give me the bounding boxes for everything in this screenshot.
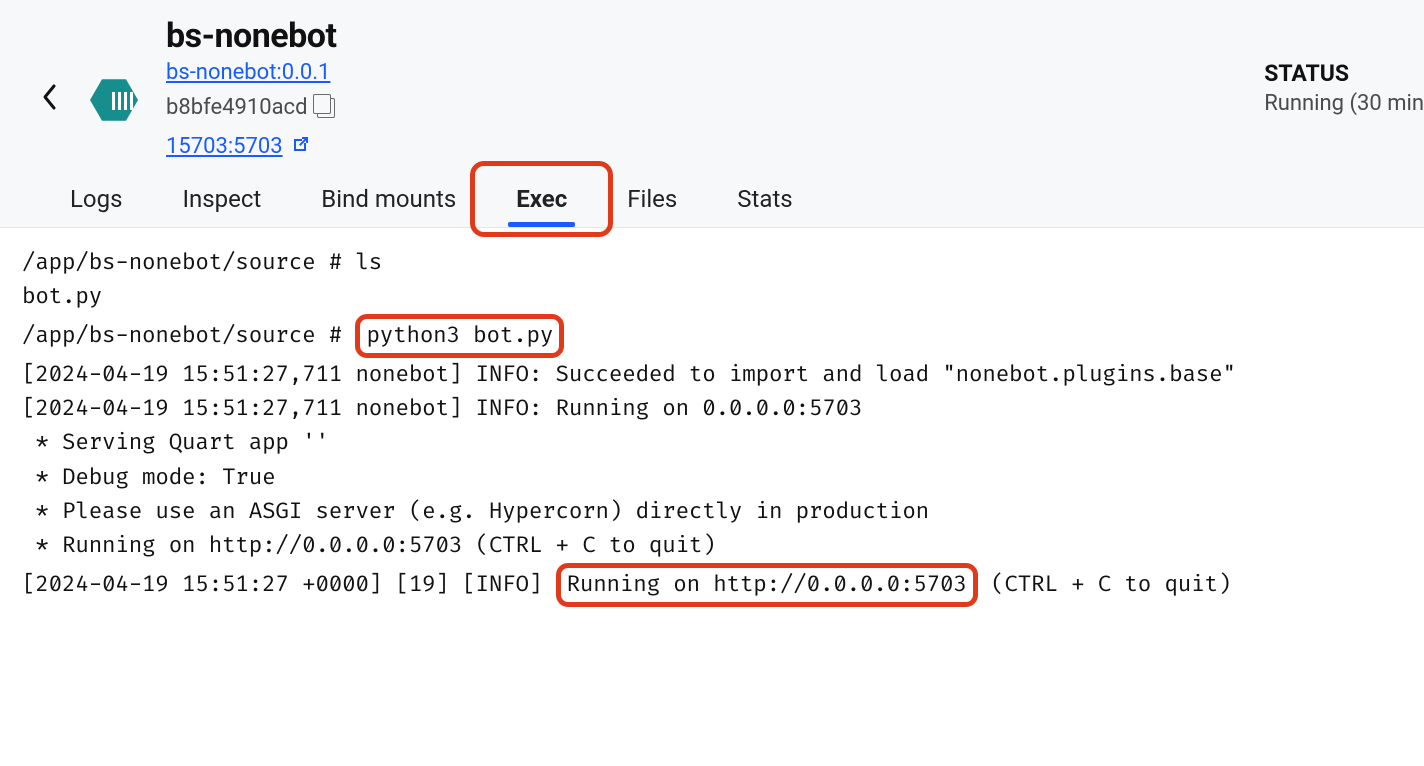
container-title: bs-nonebot: [166, 16, 336, 56]
tab-files[interactable]: Files: [597, 171, 707, 227]
prompt: /app/bs-nonebot/source #: [22, 249, 355, 276]
port-link[interactable]: 15703:5703: [166, 134, 283, 159]
port-row: 15703:5703: [166, 134, 336, 159]
back-button[interactable]: [40, 82, 60, 119]
external-link-icon[interactable]: [291, 135, 309, 159]
tab-stats[interactable]: Stats: [707, 171, 822, 227]
container-header: bs-nonebot bs-nonebot:0.0.1 b8bfe4910acd…: [0, 0, 1424, 228]
header-inner: bs-nonebot bs-nonebot:0.0.1 b8bfe4910acd…: [0, 16, 1424, 171]
chevron-left-icon: [40, 82, 60, 112]
image-link[interactable]: bs-nonebot:0.0.1: [166, 60, 336, 85]
log-prefix: [2024-04-19 15:51:27 +0000] [19] [INFO]: [22, 571, 556, 598]
term-line-3: [2024-04-19 15:51:27,711 nonebot] INFO: …: [22, 361, 1236, 388]
tab-exec[interactable]: Exec: [486, 171, 597, 227]
term-line-1: bot.py: [22, 283, 102, 310]
term-line-9: [2024-04-19 15:51:27 +0000] [19] [INFO] …: [22, 571, 1231, 598]
term-line-8: * Running on http://0.0.0.0:5703 (CTRL +…: [22, 532, 716, 559]
term-line-7: * Please use an ASGI server (e.g. Hyperc…: [22, 498, 929, 525]
tab-logs[interactable]: Logs: [40, 171, 152, 227]
log-suffix: (CTRL + C to quit): [978, 571, 1231, 598]
status-block: STATUS Running (30 min: [1264, 60, 1424, 116]
container-hash: b8bfe4910acd: [166, 95, 307, 120]
term-line-6: * Debug mode: True: [22, 464, 275, 491]
tab-bind-mounts[interactable]: Bind mounts: [291, 171, 486, 227]
prompt: /app/bs-nonebot/source #: [22, 322, 355, 349]
tab-inspect[interactable]: Inspect: [152, 171, 291, 227]
container-bars-icon: [112, 92, 133, 110]
term-line-0: /app/bs-nonebot/source # ls: [22, 249, 382, 276]
container-icon: [90, 76, 138, 124]
status-label: STATUS: [1264, 60, 1424, 87]
exec-terminal[interactable]: /app/bs-nonebot/source # ls bot.py /app/…: [0, 228, 1424, 607]
highlight-exec-tab: [470, 161, 613, 237]
title-block: bs-nonebot bs-nonebot:0.0.1 b8bfe4910acd…: [166, 16, 336, 159]
term-line-5: * Serving Quart app '': [22, 429, 329, 456]
highlight-command: python3 bot.py: [355, 314, 564, 358]
copy-icon[interactable]: [317, 98, 335, 118]
status-value: Running (30 min: [1264, 91, 1424, 116]
command: ls: [355, 249, 382, 276]
tabs-row: LogsInspectBind mountsExecFilesStats: [0, 171, 1424, 227]
container-hash-row: b8bfe4910acd: [166, 95, 336, 120]
highlight-running: Running on http://0.0.0.0:5703: [556, 563, 978, 607]
term-line-4: [2024-04-19 15:51:27,711 nonebot] INFO: …: [22, 395, 862, 422]
term-line-2: /app/bs-nonebot/source # python3 bot.py: [22, 322, 564, 349]
